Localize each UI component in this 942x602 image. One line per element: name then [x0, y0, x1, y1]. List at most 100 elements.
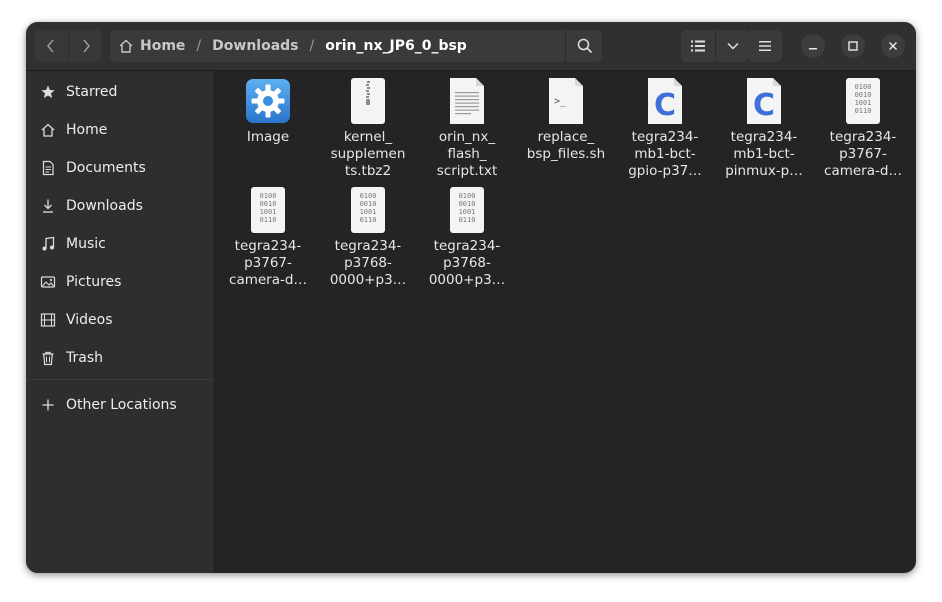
binary-file-icon: 0100 0010 1001 0110 [344, 186, 392, 234]
binary-line: 1001 [360, 208, 377, 216]
sidebar-item-label: Music [66, 236, 106, 252]
video-icon [40, 312, 56, 328]
maximize-button[interactable] [841, 34, 865, 58]
executable-gear-icon [244, 77, 292, 125]
file-item-image[interactable]: Image [218, 71, 318, 146]
sidebar-item-music[interactable]: Music [26, 225, 214, 263]
sidebar-divider [26, 379, 214, 380]
file-item-binary[interactable]: 0100 0010 1001 0110 tegra234- p3768- 000… [318, 180, 418, 289]
binary-line: 0010 [855, 91, 872, 99]
sidebar-item-downloads[interactable]: Downloads [26, 187, 214, 225]
document-icon [40, 160, 56, 176]
file-name: tegra234- mb1-bct- pinmux-p… [725, 129, 803, 179]
view-toggle-group [681, 30, 749, 62]
binary-line: 0100 [260, 192, 277, 200]
binary-file-icon: 0100 0010 1001 0110 [244, 186, 292, 234]
breadcrumb: Home / Downloads / orin_nx_JP6_0_bsp [118, 30, 467, 62]
search-button[interactable] [568, 30, 602, 62]
file-item-c-source[interactable]: C tegra234- mb1-bct- pinmux-p… [714, 71, 814, 180]
trash-icon [40, 350, 56, 366]
file-name: tegra234- p3767- camera-d… [824, 129, 902, 179]
search-icon [577, 38, 593, 54]
file-item-archive[interactable]: kernel_ supplemen ts.tbz2 [318, 71, 418, 180]
list-view-button[interactable] [681, 30, 715, 62]
breadcrumb-home[interactable]: Home [140, 38, 185, 54]
main-menu-button[interactable] [748, 30, 782, 62]
file-name: tegra234- p3768- 0000+p3… [329, 238, 407, 288]
minimize-button[interactable] [801, 34, 825, 58]
back-button[interactable] [34, 30, 68, 62]
binary-line: 0100 [360, 192, 377, 200]
header-bar: Home / Downloads / orin_nx_JP6_0_bsp [26, 22, 916, 71]
sidebar-item-label: Trash [66, 350, 103, 366]
archive-zipper-icon [344, 77, 392, 125]
path-bar: Home / Downloads / orin_nx_JP6_0_bsp [110, 30, 600, 62]
binary-line: 0100 [459, 192, 476, 200]
sidebar-item-other-locations[interactable]: Other Locations [26, 386, 214, 424]
sidebar-item-label: Home [66, 122, 108, 138]
file-item-binary[interactable]: 0100 0010 1001 0110 tegra234- p3767- cam… [218, 180, 318, 289]
c-letter: C [654, 88, 676, 123]
binary-file-icon: 0100 0010 1001 0110 [839, 77, 887, 125]
music-icon [40, 236, 56, 252]
sidebar-item-home[interactable]: Home [26, 111, 214, 149]
sidebar-item-label: Other Locations [66, 397, 177, 413]
c-source-icon: C [641, 77, 689, 125]
sidebar-item-starred[interactable]: Starred [26, 73, 214, 111]
file-name: tegra234- mb1-bct- gpio-p37… [628, 129, 702, 179]
binary-line: 0110 [459, 216, 476, 224]
forward-button[interactable] [69, 30, 103, 62]
file-name: tegra234- p3767- camera-d… [229, 238, 307, 288]
binary-line: 0100 [855, 83, 872, 91]
file-manager-window: Home / Downloads / orin_nx_JP6_0_bsp Sta… [26, 22, 916, 573]
text-file-icon [443, 77, 491, 125]
binary-line: 1001 [459, 208, 476, 216]
maximize-icon [848, 41, 858, 51]
file-name: tegra234- p3768- 0000+p3… [428, 238, 506, 288]
script-prompt-text: >_ [554, 96, 567, 107]
download-icon [40, 198, 56, 214]
breadcrumb-separator: / [196, 38, 202, 54]
file-item-c-source[interactable]: C tegra234- mb1-bct- gpio-p37… [615, 71, 715, 180]
binary-line: 1001 [260, 208, 277, 216]
breadcrumb-downloads[interactable]: Downloads [212, 38, 298, 54]
view-options-button[interactable] [716, 30, 750, 62]
minimize-icon [809, 48, 817, 50]
home-icon [40, 122, 56, 138]
close-icon [888, 41, 898, 51]
list-view-icon [691, 40, 705, 52]
sidebar-item-trash[interactable]: Trash [26, 339, 214, 377]
file-item-binary[interactable]: 0100 0010 1001 0110 tegra234- p3767- cam… [813, 71, 913, 180]
breadcrumb-separator: / [309, 38, 315, 54]
file-item-binary[interactable]: 0100 0010 1001 0110 tegra234- p3768- 000… [417, 180, 517, 289]
binary-line: 0010 [260, 200, 277, 208]
binary-line: 0010 [360, 200, 377, 208]
file-item-script[interactable]: >_ replace_ bsp_files.sh [516, 71, 616, 163]
shell-script-icon: >_ [542, 77, 590, 125]
sidebar-item-label: Downloads [66, 198, 143, 214]
sidebar-item-documents[interactable]: Documents [26, 149, 214, 187]
sidebar-item-pictures[interactable]: Pictures [26, 263, 214, 301]
file-name: Image [246, 129, 290, 145]
file-grid: Image kernel_ supplemen ts.tbz2 orin_nx_… [215, 71, 916, 573]
file-name: kernel_ supplemen ts.tbz2 [330, 129, 406, 179]
close-button[interactable] [881, 34, 905, 58]
chevron-right-icon [83, 39, 90, 53]
chevron-down-icon [727, 42, 739, 50]
binary-file-icon: 0100 0010 1001 0110 [443, 186, 491, 234]
chevron-left-icon [47, 39, 54, 53]
sidebar-item-label: Documents [66, 160, 146, 176]
star-icon [40, 84, 56, 100]
sidebar-item-videos[interactable]: Videos [26, 301, 214, 339]
hamburger-menu-icon [759, 41, 771, 51]
binary-line: 0110 [360, 216, 377, 224]
breadcrumb-current[interactable]: orin_nx_JP6_0_bsp [325, 38, 467, 54]
file-item-text[interactable]: orin_nx_ flash_ script.txt [417, 71, 517, 180]
c-letter: C [753, 88, 775, 123]
binary-line: 0110 [260, 216, 277, 224]
binary-line: 0010 [459, 200, 476, 208]
c-source-icon: C [740, 77, 788, 125]
picture-icon [40, 274, 56, 290]
sidebar-item-label: Starred [66, 84, 118, 100]
sidebar-item-label: Videos [66, 312, 113, 328]
